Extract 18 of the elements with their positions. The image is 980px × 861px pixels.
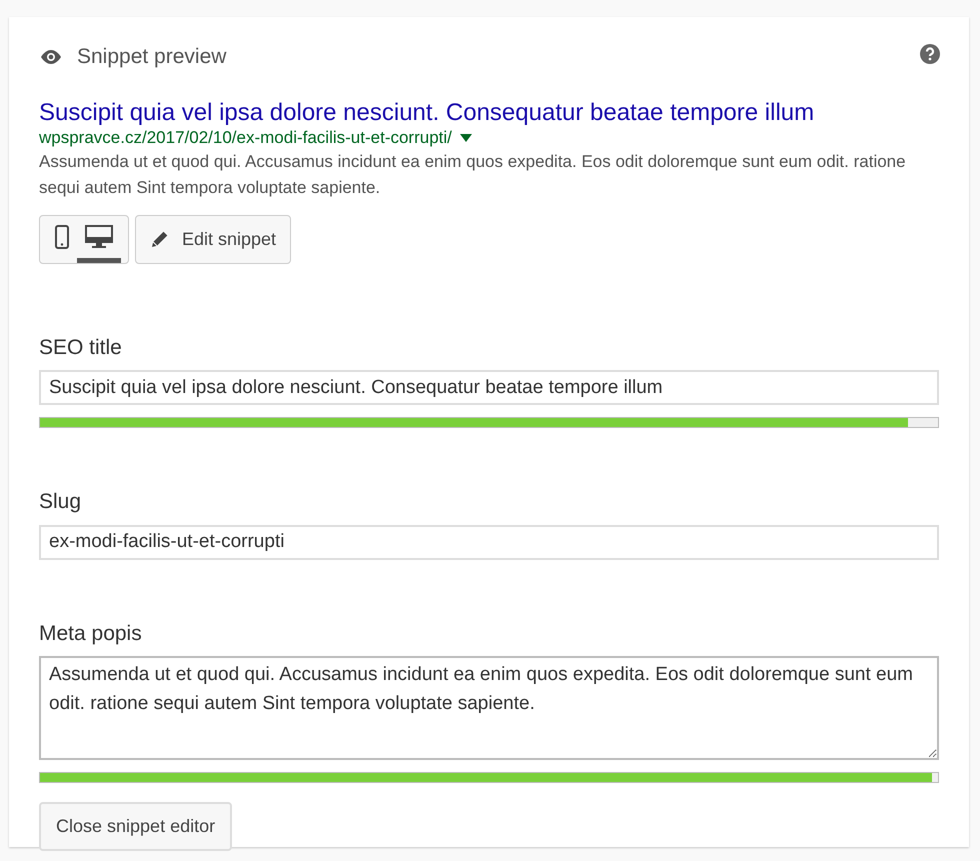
preview-url: wpspravce.cz/2017/02/10/ex-modi-facilis-ut-et-corrupti/ — [39, 126, 452, 148]
preview-description: Assumenda ut et quod qui. Accusamus incidunt ea enim quos expedita. Eos odit doloremque sunt eum odit. ratione sequi autem Sint tempora voluptate sapiente. — [39, 150, 907, 198]
field-label: Slug — [39, 489, 82, 515]
text-field[interactable]: ex-modi-facilis-ut-et-corrupti — [39, 524, 939, 560]
monitor-icon — [85, 224, 113, 248]
pencil-icon — [150, 229, 170, 249]
mobile-phone-icon — [55, 224, 69, 248]
text-field[interactable]: Suscipit quia vel ipsa dolore nesciunt. Consequatur beatae tempore illum — [39, 370, 939, 405]
preview-title: Suscipit quia vel ipsa dolore nesciunt. Consequatur beatae tempore illum — [39, 98, 816, 126]
close-editor-button[interactable]: Close snippet editor — [39, 802, 232, 851]
field-label: Meta popis — [39, 620, 143, 646]
eye-icon — [39, 48, 63, 65]
edit-snippet-button[interactable]: Edit snippet — [135, 214, 292, 264]
description-textarea[interactable]: Assumenda ut et quod qui. Accusamus incidunt ea enim quos expedita. Eos odit doloremque sunt eum odit. ratione sequi autem Sint tempora voluptate sapiente. — [39, 656, 939, 760]
section-title: Snippet preview — [77, 44, 226, 70]
field-label: SEO title — [39, 334, 123, 360]
help-icon[interactable] — [919, 42, 941, 65]
dropdown-arrow-icon[interactable] — [460, 134, 472, 142]
